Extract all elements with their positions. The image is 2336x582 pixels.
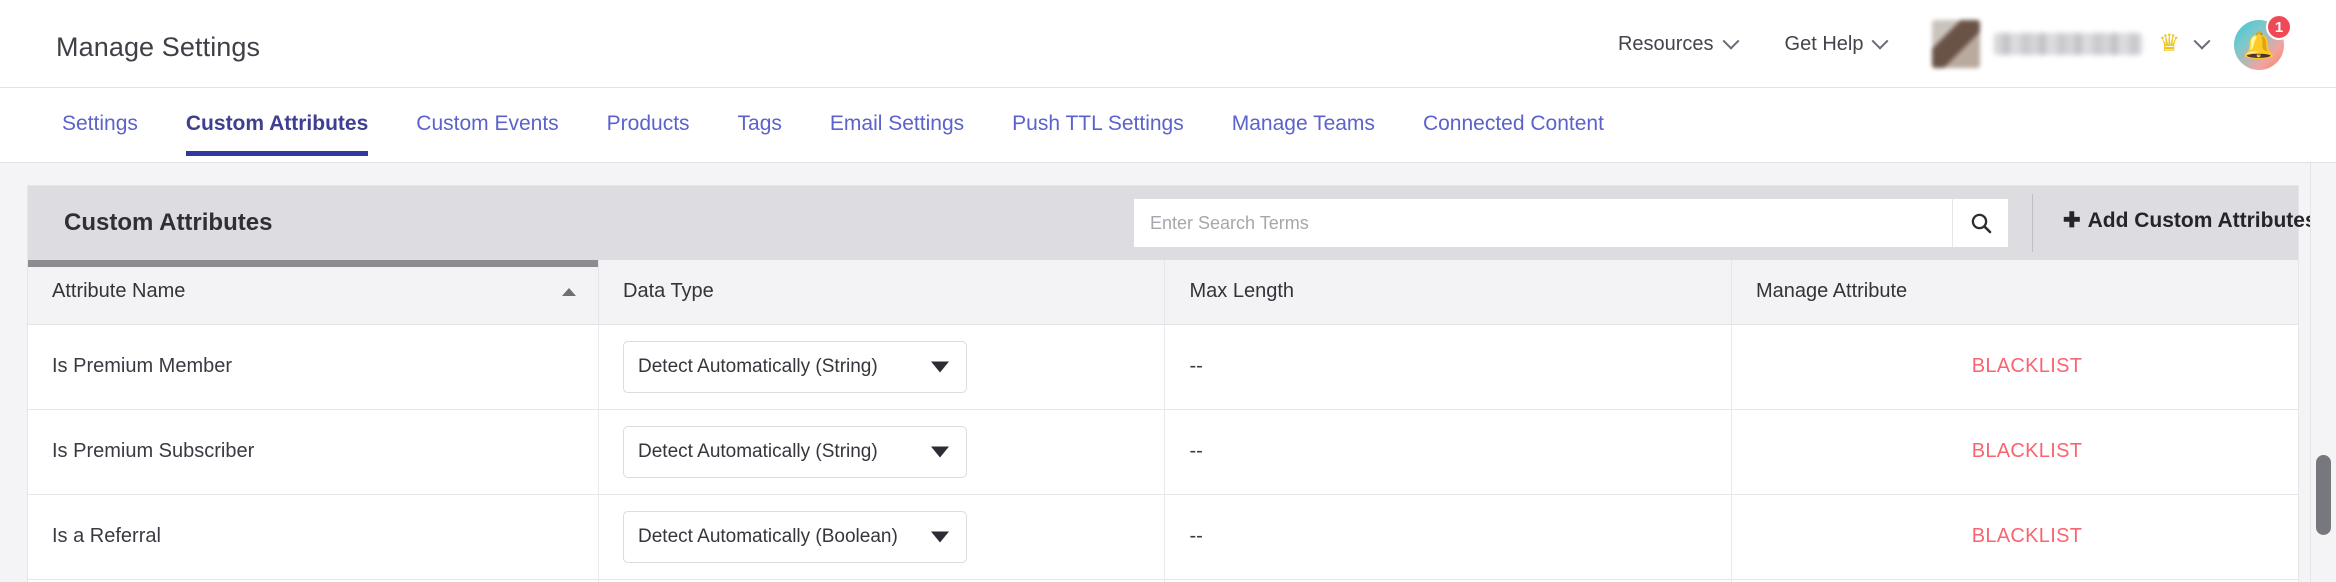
- cell-manage-attribute: BLACKLIST: [1731, 494, 2298, 579]
- table-row: Is Premium Member Detect Automatically (…: [28, 324, 2298, 409]
- table-body: Is Premium Member Detect Automatically (…: [28, 324, 2298, 582]
- cell-data-type: Detect Automatically (String): [599, 324, 1165, 409]
- data-type-select[interactable]: Detect Automatically (String): [623, 426, 967, 478]
- tab-custom-events[interactable]: Custom Events: [416, 88, 558, 156]
- column-header-attribute-name[interactable]: Attribute Name: [28, 260, 599, 324]
- tab-push-ttl-settings[interactable]: Push TTL Settings: [1012, 88, 1184, 156]
- cell-attribute-name: Is Premium Subscriber: [28, 409, 599, 494]
- custom-attributes-table: Attribute Name Data Type Max Length Mana…: [28, 260, 2298, 582]
- chevron-down-icon: [2194, 33, 2211, 50]
- column-header-data-type[interactable]: Data Type: [599, 260, 1165, 324]
- page-title: Manage Settings: [56, 32, 260, 63]
- add-custom-attributes-label: Add Custom Attributes: [2088, 209, 2317, 233]
- chevron-down-icon: [1722, 33, 1739, 50]
- add-custom-attributes-button[interactable]: ✚ Add Custom Attributes: [2063, 208, 2317, 233]
- tab-connected-content[interactable]: Connected Content: [1423, 88, 1604, 156]
- avatar: [1932, 20, 1980, 68]
- header-divider: [2032, 194, 2033, 252]
- plus-icon: ✚: [2063, 208, 2081, 233]
- column-header-manage-attribute-label: Manage Attribute: [1756, 280, 1907, 302]
- data-type-select-wrap: Detect Automatically (String): [623, 341, 967, 393]
- panel-title: Custom Attributes: [64, 209, 272, 237]
- custom-attributes-panel: Custom Attributes ✚ Add Custom Attribute…: [28, 186, 2298, 582]
- search-button[interactable]: [1952, 199, 2008, 247]
- resources-menu[interactable]: Resources: [1616, 27, 1739, 62]
- blacklist-link[interactable]: BLACKLIST: [1972, 355, 2083, 377]
- data-type-select-wrap: Detect Automatically (String): [623, 426, 967, 478]
- table-head: Attribute Name Data Type Max Length Mana…: [28, 260, 2298, 324]
- blacklist-link[interactable]: BLACKLIST: [1972, 525, 2083, 547]
- page-scrollbar-thumb[interactable]: [2316, 455, 2331, 535]
- resources-menu-label: Resources: [1618, 33, 1714, 56]
- cell-max-length: --: [1165, 409, 1731, 494]
- cell-max-length: --: [1165, 324, 1731, 409]
- data-type-select-wrap: Detect Automatically (Boolean): [623, 511, 967, 563]
- tab-tags[interactable]: Tags: [738, 88, 782, 156]
- tab-custom-attributes[interactable]: Custom Attributes: [186, 88, 368, 156]
- cell-manage-attribute: BLACKLIST: [1731, 409, 2298, 494]
- search-icon: [1969, 211, 1993, 235]
- user-account-menu[interactable]: ♛: [1932, 20, 2208, 68]
- cell-manage-attribute: BLACKLIST: [1731, 324, 2298, 409]
- column-header-data-type-label: Data Type: [623, 280, 714, 302]
- settings-tab-nav: Settings Custom Attributes Custom Events…: [0, 88, 2336, 163]
- cell-data-type: Detect Automatically (String): [599, 409, 1165, 494]
- get-help-menu-label: Get Help: [1785, 33, 1864, 56]
- table-header-row: Attribute Name Data Type Max Length Mana…: [28, 260, 2298, 324]
- search-box: [1134, 199, 2008, 247]
- blacklist-link[interactable]: BLACKLIST: [1972, 440, 2083, 462]
- cell-max-length: --: [1165, 494, 1731, 579]
- page-scrollbar-track[interactable]: [2310, 163, 2336, 582]
- top-header-bar: Manage Settings Resources Get Help ♛ 🔔: [0, 0, 2336, 88]
- column-header-max-length[interactable]: Max Length: [1165, 260, 1731, 324]
- get-help-menu[interactable]: Get Help: [1783, 27, 1889, 62]
- crown-icon: ♛: [2158, 32, 2180, 56]
- tab-products[interactable]: Products: [607, 88, 690, 156]
- tab-manage-teams[interactable]: Manage Teams: [1232, 88, 1375, 156]
- username-label: [1994, 33, 2142, 55]
- chevron-down-icon: [1872, 33, 1889, 50]
- tab-email-settings[interactable]: Email Settings: [830, 88, 964, 156]
- page-root: Manage Settings Resources Get Help ♛ 🔔: [0, 0, 2336, 582]
- notifications-button[interactable]: 🔔 1: [2234, 16, 2290, 72]
- table-row: Is Premium Subscriber Detect Automatical…: [28, 409, 2298, 494]
- cell-attribute-name: Is Premium Member: [28, 324, 599, 409]
- sort-ascending-icon: [562, 288, 576, 296]
- column-header-attribute-name-label: Attribute Name: [52, 280, 185, 302]
- cell-data-type: Detect Automatically (Boolean): [599, 494, 1165, 579]
- search-input[interactable]: [1134, 199, 1952, 247]
- data-type-select[interactable]: Detect Automatically (String): [623, 341, 967, 393]
- tab-settings[interactable]: Settings: [62, 88, 138, 156]
- notification-count-badge: 1: [2266, 14, 2292, 40]
- column-header-max-length-label: Max Length: [1189, 280, 1294, 302]
- header-right-controls: Resources Get Help ♛ 🔔 1: [1616, 0, 2290, 88]
- table-row: Is a Referral Detect Automatically (Bool…: [28, 494, 2298, 579]
- cell-attribute-name: Is a Referral: [28, 494, 599, 579]
- data-type-select[interactable]: Detect Automatically (Boolean): [623, 511, 967, 563]
- column-header-manage-attribute[interactable]: Manage Attribute: [1731, 260, 2298, 324]
- panel-header: Custom Attributes ✚ Add Custom Attribute…: [28, 186, 2298, 260]
